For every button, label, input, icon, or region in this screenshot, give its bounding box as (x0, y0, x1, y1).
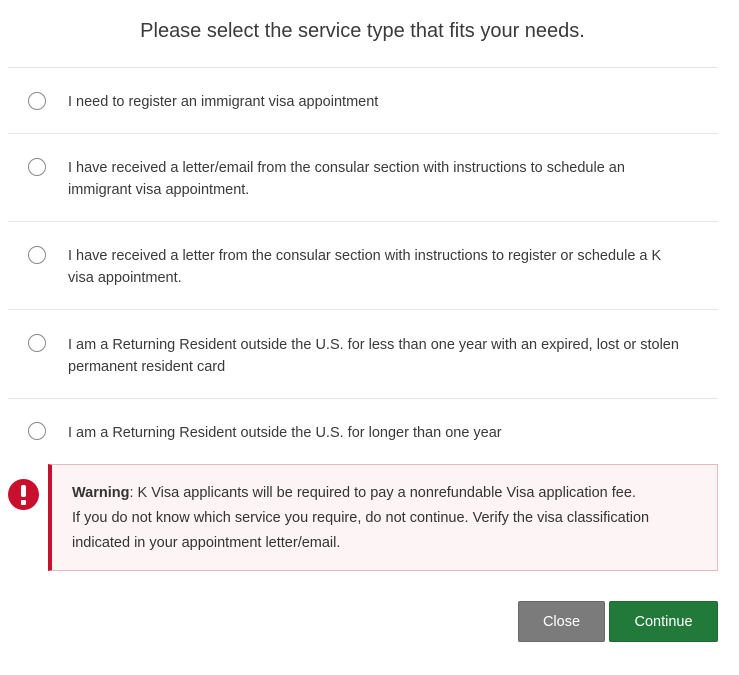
option-label: I am a Returning Resident outside the U.… (68, 425, 502, 441)
exclamation-dot (21, 500, 26, 505)
warning-line-2: If you do not know which service you req… (72, 510, 650, 551)
warning-text: Warning: K Visa applicants will be requi… (72, 481, 677, 556)
radio-button[interactable] (28, 158, 46, 176)
service-option-returning-resident-long[interactable]: I am a Returning Resident outside the U.… (8, 399, 718, 465)
radio-button[interactable] (28, 334, 46, 352)
service-option-schedule-immigrant[interactable]: I have received a letter/email from the … (8, 134, 718, 222)
warning-heading: Warning (72, 485, 130, 501)
warning-box: Warning: K Visa applicants will be requi… (48, 464, 718, 571)
option-label: I am a Returning Resident outside the U.… (68, 337, 679, 375)
service-option-returning-resident-short[interactable]: I am a Returning Resident outside the U.… (8, 310, 718, 399)
continue-button[interactable]: Continue (609, 601, 718, 642)
service-type-dialog: Please select the service type that fits… (0, 0, 739, 675)
service-options-list: I need to register an immigrant visa app… (8, 67, 718, 465)
exclamation-circle-icon (8, 479, 39, 510)
radio-button[interactable] (28, 246, 46, 264)
dialog-title: Please select the service type that fits… (140, 20, 585, 42)
radio-button[interactable] (28, 422, 46, 440)
service-option-k-visa[interactable]: I have received a letter from the consul… (8, 222, 718, 310)
warning-line-1: : K Visa applicants will be required to … (129, 485, 636, 501)
option-label: I have received a letter from the consul… (68, 248, 662, 286)
exclamation-bar (21, 485, 26, 497)
option-label: I have received a letter/email from the … (68, 160, 625, 198)
radio-button[interactable] (28, 92, 46, 110)
service-option-register-immigrant[interactable]: I need to register an immigrant visa app… (8, 68, 718, 134)
option-label: I need to register an immigrant visa app… (68, 94, 379, 110)
close-button[interactable]: Close (518, 601, 605, 642)
